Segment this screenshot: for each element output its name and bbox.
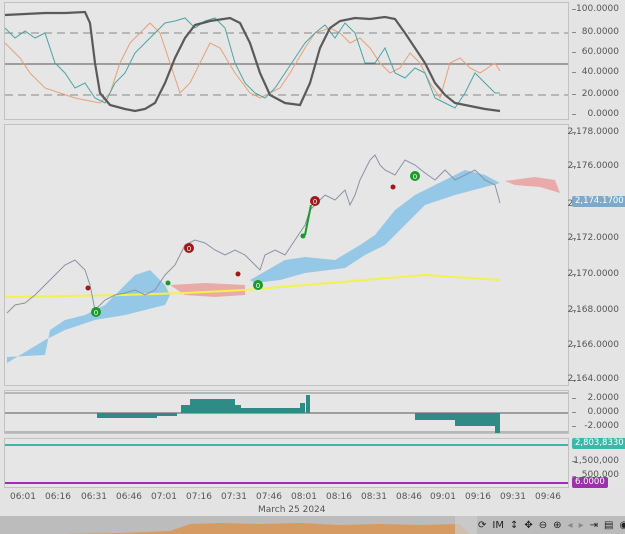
- signal-marker-buy-2: 0: [253, 280, 263, 290]
- x-label: 08:16: [326, 492, 352, 502]
- zoom-in-icon[interactable]: ⊕: [553, 520, 561, 531]
- signal-marker-sell: 0: [184, 243, 194, 253]
- last-price-badge: 2,174.1700: [572, 196, 625, 207]
- signal-marker-buy: 0: [91, 307, 101, 317]
- hist-tick-2: 2.0000: [587, 393, 620, 403]
- price-tick-2164: 2,164.0000: [567, 374, 619, 384]
- price-tick-2168: 2,168.0000: [567, 305, 619, 315]
- x-label: 07:31: [221, 492, 247, 502]
- x-label: 09:46: [535, 492, 561, 502]
- osc-tick-20: 20.0000: [581, 89, 619, 99]
- histogram-plot[interactable]: [4, 390, 569, 434]
- x-label: 06:01: [10, 492, 36, 502]
- volume-plot[interactable]: [4, 438, 569, 488]
- dot-green: [165, 280, 171, 286]
- x-label: 07:46: [256, 492, 282, 502]
- scroll-right-icon[interactable]: ▸: [579, 520, 584, 531]
- osc-tick-60: 60.0000: [581, 47, 619, 57]
- dot-red-2: [235, 271, 241, 277]
- osc-tick-0: 0.0000: [587, 109, 620, 119]
- x-label: 06:16: [45, 492, 71, 502]
- x-axis-date: March 25 2024: [258, 505, 326, 515]
- svg-text:0: 0: [413, 173, 417, 181]
- ichimoku-cloud-bull-2: [250, 170, 500, 283]
- scroll-left-icon[interactable]: ◂: [568, 520, 573, 531]
- x-label: 09:31: [500, 492, 526, 502]
- price-tick-2170: 2,170.0000: [567, 269, 619, 279]
- move-icon[interactable]: ✥: [524, 520, 532, 531]
- histogram-bars: [97, 395, 500, 433]
- dot-red-3: [390, 184, 396, 190]
- x-label: 09:01: [430, 492, 456, 502]
- hist-tick-neg2: -2.0000: [584, 421, 619, 431]
- palette-icon[interactable]: ◉: [619, 520, 625, 531]
- dot-green-2: [300, 233, 306, 239]
- svg-text:0: 0: [256, 282, 260, 290]
- x-label: 07:01: [151, 492, 177, 502]
- x-label: 08:46: [396, 492, 422, 502]
- x-label: 06:31: [81, 492, 107, 502]
- price-tick-2176: 2,176.0000: [567, 161, 619, 171]
- histogram-pane: 2.0000 0.0000 -2.0000: [0, 388, 625, 436]
- refresh-icon[interactable]: ⟳: [478, 520, 486, 531]
- data-table-icon[interactable]: ▤: [604, 520, 613, 531]
- price-tick-2166: 2,166.0000: [567, 340, 619, 350]
- osc-dark-line: [5, 10, 501, 113]
- price-axis: 2,178.0000 2,176.0000 2,174.0000 2,172.0…: [567, 124, 625, 386]
- price-tick-2172: 2,172.0000: [567, 233, 619, 243]
- price-pane: 0 0 0 0 0 2,178.0000 2,176.0000 2,172.00…: [0, 124, 625, 386]
- osc-tick-80: 80.0000: [581, 27, 619, 37]
- price-tick-2178: 2,178.0000: [567, 127, 619, 137]
- svg-text:0: 0: [187, 245, 191, 253]
- signal-marker-sell-2: 0: [310, 196, 320, 206]
- x-label: 09:16: [465, 492, 491, 502]
- ichimoku-cloud-bull: [7, 270, 170, 363]
- im-button[interactable]: IM: [492, 520, 504, 531]
- green-bars: [304, 204, 312, 236]
- x-label: 07:16: [186, 492, 212, 502]
- svg-text:0: 0: [94, 309, 98, 317]
- volume-bottom-badge: 6.0000: [572, 477, 608, 488]
- vol-tick-1500000: 1,500,000: [573, 456, 619, 466]
- oscillator-pane: 100.0000 80.0000 60.0000 40.0000 20.0000…: [0, 0, 625, 122]
- jump-end-icon[interactable]: ⇥: [590, 520, 598, 531]
- zoom-out-icon[interactable]: ⊖: [539, 520, 547, 531]
- price-plot[interactable]: 0 0 0 0 0: [4, 124, 569, 386]
- chart-toolbar: ⟳ IM ↕ ✥ ⊖ ⊕ ◂ ▸ ⇥ ▤ ◉: [478, 517, 625, 533]
- price-chart: 0 0 0 0 0: [5, 154, 560, 363]
- oscillator-axis: 100.0000 80.0000 60.0000 40.0000 20.0000…: [572, 0, 625, 122]
- x-label: 08:01: [291, 492, 317, 502]
- osc-tick-40: 40.0000: [581, 67, 619, 77]
- x-label: 08:31: [361, 492, 387, 502]
- ichimoku-cloud-bear-2: [505, 177, 560, 193]
- svg-text:0: 0: [313, 198, 317, 206]
- histogram-axis: 2.0000 0.0000 -2.0000: [572, 388, 625, 436]
- oscillator-plot[interactable]: [4, 2, 569, 120]
- oscillator-chart: [5, 10, 568, 113]
- vertical-resize-icon[interactable]: ↕: [510, 520, 518, 531]
- volume-chart: [5, 444, 568, 484]
- histogram-chart: [5, 392, 568, 433]
- dot-red: [85, 285, 91, 291]
- hist-tick-0: 0.0000: [587, 407, 620, 417]
- x-label: 06:46: [116, 492, 142, 502]
- signal-marker-buy-3: 0: [410, 171, 420, 181]
- volume-pane: 1,500,000 500,000 2,803,8330 6.0000: [0, 438, 625, 488]
- volume-top-badge: 2,803,8330: [572, 438, 625, 449]
- osc-tick-100: 100.0000: [576, 4, 619, 14]
- moving-average-line: [5, 273, 501, 298]
